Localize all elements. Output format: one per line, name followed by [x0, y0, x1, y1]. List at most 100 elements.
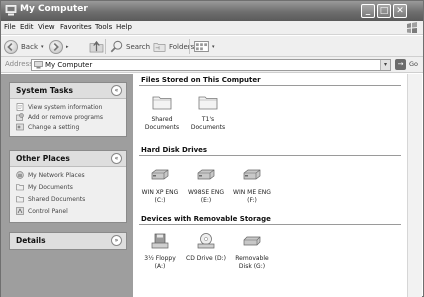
task-label: Add or remove programs [28, 114, 103, 121]
item-label-line1: Removable [235, 255, 269, 262]
menu-edit[interactable]: Edit [20, 23, 34, 31]
other-places-title: Other Places [16, 154, 70, 163]
control-panel-icon [16, 123, 24, 131]
up-folder-icon [89, 40, 104, 53]
item-label-line2: (F:) [247, 197, 257, 204]
address-bar: Address My Computer ▾ → Go [1, 57, 423, 73]
details-title: Details [16, 236, 46, 245]
removable-disk-icon [243, 236, 261, 246]
standard-toolbar: Back ▾ ▸ Search Folders ▾ [1, 36, 423, 57]
my-documents-link[interactable]: My Documents [16, 183, 126, 195]
folders-label: Folders [169, 42, 195, 51]
collapse-chevron-icon[interactable]: « [111, 153, 122, 164]
section-divider [139, 155, 401, 156]
address-field[interactable]: My Computer ▾ [31, 59, 391, 71]
folder-icon [152, 96, 172, 110]
views-icon [194, 41, 209, 52]
back-button[interactable]: Back ▾ [4, 39, 44, 54]
menu-file[interactable]: File [4, 23, 16, 31]
details-header[interactable]: Details » [10, 233, 126, 249]
folder-icon [198, 96, 218, 110]
removable-disk-g[interactable]: Removable Disk (G:) [225, 233, 279, 271]
section-divider [139, 224, 401, 225]
place-label: Shared Documents [28, 196, 86, 203]
menu-favorites[interactable]: Favorites [60, 23, 92, 31]
task-label: Change a setting [28, 124, 80, 131]
menu-tools[interactable]: Tools [95, 23, 112, 31]
address-dropdown-button[interactable]: ▾ [380, 60, 390, 70]
search-label: Search [126, 42, 151, 51]
views-button[interactable]: ▾ [194, 39, 215, 54]
hard-drive-icon [243, 169, 261, 180]
item-label-line1: WIN ME ENG [233, 189, 271, 196]
task-pane: System Tasks « View system information A… [1, 74, 133, 297]
place-label: My Documents [28, 184, 73, 191]
minimize-button[interactable]: _ [361, 4, 375, 18]
forward-arrow-icon [49, 39, 63, 54]
up-button[interactable] [89, 39, 104, 54]
title-bar[interactable]: My Computer _ □ ✕ [1, 1, 423, 21]
control-panel-icon [16, 207, 24, 215]
user-documents-folder[interactable]: T1's Documents [181, 94, 235, 132]
back-arrow-icon [4, 39, 18, 54]
files-section-title: Files Stored on This Computer [141, 76, 261, 84]
windows-flag-icon [407, 22, 417, 33]
folders-icon [153, 42, 166, 52]
system-info-icon [16, 103, 24, 111]
toolbar-separator [189, 39, 190, 54]
go-button-label[interactable]: Go [409, 60, 418, 68]
disks-section-title: Hard Disk Drives [141, 146, 208, 154]
vertical-scrollbar[interactable] [407, 74, 422, 297]
toolbar-separator [105, 39, 106, 54]
system-tasks-panel: System Tasks « View system information A… [9, 82, 127, 137]
menu-help[interactable]: Help [116, 23, 132, 31]
expand-chevron-icon[interactable]: » [111, 235, 122, 246]
add-remove-programs-link[interactable]: Add or remove programs [16, 113, 126, 123]
folder-icon [16, 184, 24, 191]
item-label-line2: Documents [190, 124, 226, 131]
other-places-panel: Other Places « My Network Places My Docu… [9, 150, 127, 223]
removable-section-title: Devices with Removable Storage [141, 215, 271, 223]
maximize-button[interactable]: □ [377, 4, 391, 18]
menu-bar: File Edit View Favorites Tools Help [1, 21, 423, 35]
control-panel-link[interactable]: Control Panel [16, 207, 126, 219]
forward-dropdown-arrow: ▸ [66, 43, 69, 50]
content-pane: Files Stored on This Computer Shared Doc… [133, 74, 407, 297]
drive-f[interactable]: WIN ME ENG (F:) [225, 167, 279, 205]
my-computer-window: My Computer _ □ ✕ File Edit View Favorit… [0, 0, 424, 297]
floppy-icon [151, 233, 169, 249]
hard-drive-icon [197, 169, 215, 180]
close-button[interactable]: ✕ [393, 4, 407, 18]
hard-drive-icon [151, 169, 169, 180]
item-label-line2: (A:) [154, 263, 166, 270]
window-title: My Computer [20, 4, 88, 14]
search-icon [110, 40, 123, 53]
computer-icon [34, 61, 43, 69]
place-label: Control Panel [28, 208, 68, 215]
system-tasks-title: System Tasks [16, 86, 73, 95]
place-label: My Network Places [28, 172, 85, 179]
search-button[interactable]: Search [110, 39, 150, 54]
collapse-chevron-icon[interactable]: « [111, 85, 122, 96]
back-label: Back [21, 42, 38, 51]
other-places-header[interactable]: Other Places « [10, 151, 126, 167]
forward-button[interactable]: ▸ [49, 39, 69, 54]
my-network-places-link[interactable]: My Network Places [16, 171, 126, 183]
folder-icon [16, 196, 24, 203]
go-arrow-icon[interactable]: → [395, 59, 406, 70]
computer-icon [5, 5, 17, 16]
menu-view[interactable]: View [38, 23, 55, 31]
change-a-setting-link[interactable]: Change a setting [16, 123, 126, 133]
address-value: My Computer [45, 61, 93, 69]
cd-drive-icon [197, 233, 215, 249]
system-tasks-header[interactable]: System Tasks « [10, 83, 126, 99]
add-remove-programs-icon [16, 113, 24, 121]
task-label: View system information [28, 104, 103, 111]
details-panel: Details » [9, 232, 127, 250]
item-label-line2: Disk (G:) [238, 263, 266, 270]
view-system-information-link[interactable]: View system information [16, 103, 126, 113]
shared-documents-link[interactable]: Shared Documents [16, 195, 126, 207]
address-label: Address [5, 60, 33, 68]
section-divider [139, 85, 401, 86]
network-places-icon [16, 171, 24, 179]
